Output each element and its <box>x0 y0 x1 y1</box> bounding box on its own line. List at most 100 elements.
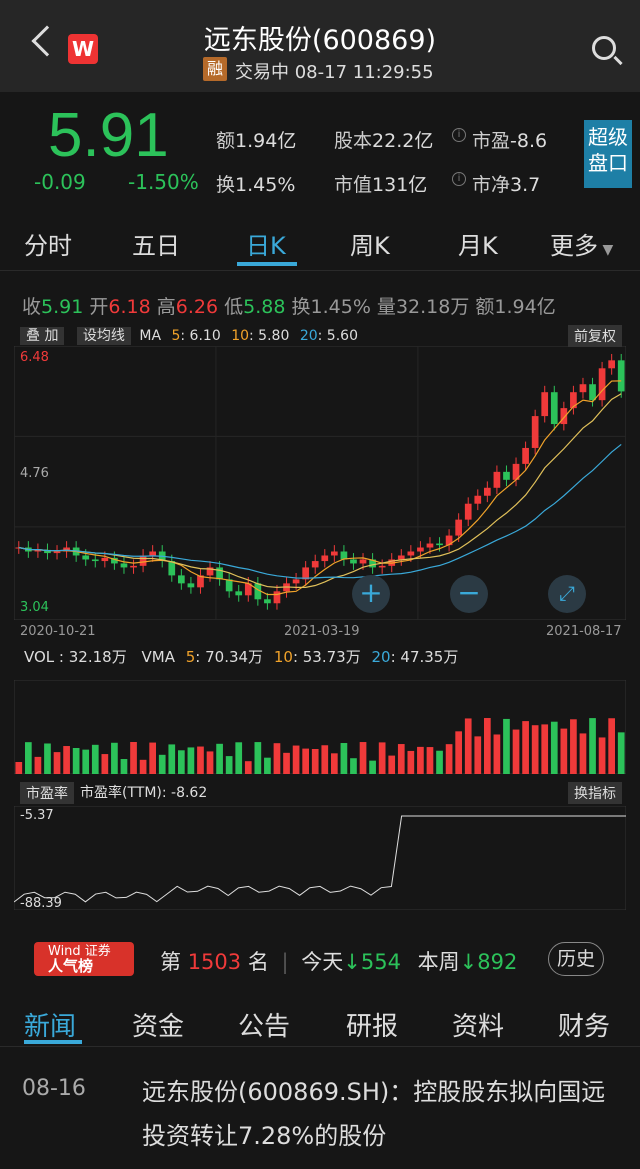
volume-bar <box>455 731 463 774</box>
candle-body <box>177 575 185 584</box>
tab-announcement[interactable]: 公告 <box>238 1006 290 1043</box>
search-icon[interactable] <box>592 36 616 60</box>
candle-body <box>139 555 147 566</box>
margin-badge: 融 <box>203 57 227 81</box>
tab-news[interactable]: 新闻 <box>24 1006 76 1043</box>
amount-stat: 额1.94亿 <box>216 130 297 152</box>
info-icon[interactable]: i <box>452 172 466 186</box>
volume-bar <box>101 754 109 774</box>
pb-stat: 市净3.7 <box>472 174 541 196</box>
fullscreen-icon[interactable]: ⤢ <box>548 575 586 613</box>
candle-body <box>187 583 195 588</box>
volume-bar <box>474 736 482 774</box>
volume-bar <box>589 718 596 774</box>
pe-line <box>14 815 626 903</box>
volume-bar <box>608 718 616 774</box>
candle-body <box>378 565 386 568</box>
volume-bar <box>570 719 577 774</box>
tab-research[interactable]: 研报 <box>346 1006 398 1043</box>
info-icon[interactable]: i <box>452 128 466 142</box>
zoom-in-icon[interactable]: + <box>352 575 390 613</box>
candlestick-chart[interactable] <box>14 346 626 620</box>
switch-indicator-button[interactable]: 换指标 <box>568 782 622 804</box>
volume-bar <box>550 721 558 774</box>
volume-bar <box>350 758 357 774</box>
candle-body <box>321 555 329 562</box>
volume-bar <box>378 742 386 774</box>
tab-capital[interactable]: 资金 <box>132 1006 184 1043</box>
pe-bottom: -88.39 <box>20 896 62 911</box>
volume-bar <box>464 718 472 774</box>
popularity-badge[interactable]: Wind 证券 人气榜 <box>34 942 134 976</box>
history-button[interactable]: 历史 <box>548 942 604 976</box>
tab-intraday[interactable]: 分时 <box>24 226 72 261</box>
candle-body <box>608 360 616 369</box>
volume-bar <box>560 728 568 774</box>
price-change-pct: -1.50% <box>128 170 199 194</box>
volume-bar <box>417 746 424 774</box>
volume-bar <box>426 747 434 774</box>
volume-bar <box>91 744 99 774</box>
volume-bar <box>235 742 243 774</box>
indicator-button[interactable]: 市盈率 <box>20 782 74 804</box>
volume-bar <box>541 724 549 774</box>
volume-bar <box>15 762 23 774</box>
volume-bar <box>158 754 166 774</box>
volume-bar <box>120 759 128 774</box>
tab-monthly-k[interactable]: 月K <box>458 226 498 261</box>
candle-body <box>426 543 434 548</box>
zoom-out-icon[interactable]: − <box>450 575 488 613</box>
ma-settings-button[interactable]: 设均线 <box>76 327 131 345</box>
super-orderbook-button[interactable]: 超级盘口 <box>584 120 632 188</box>
candle-body <box>273 591 281 604</box>
candle-body <box>579 384 587 393</box>
volume-bar <box>149 742 157 774</box>
candle-body <box>82 555 90 560</box>
candle-body <box>493 471 501 488</box>
volume-chart[interactable] <box>14 680 626 774</box>
volume-bar <box>617 732 625 774</box>
tab-more[interactable]: 更多 ▼ <box>550 226 613 261</box>
tab-weekly-k[interactable]: 周K <box>350 226 390 261</box>
volume-bar <box>34 756 42 774</box>
trading-status: 交易中 08-17 11:29:55 <box>235 62 434 83</box>
candle-body <box>560 408 568 425</box>
candle-body <box>617 360 625 392</box>
volume-bar <box>53 752 61 774</box>
volume-bar <box>111 742 118 774</box>
candle-body <box>264 599 271 604</box>
candle-body <box>359 559 367 564</box>
candle-body <box>417 547 424 552</box>
volume-bar <box>264 757 271 774</box>
candle-body <box>522 447 529 464</box>
volume-bar <box>283 752 290 774</box>
y-tick-high: 6.48 <box>20 350 49 365</box>
volume-bar <box>206 751 214 774</box>
volume-bar <box>531 725 539 774</box>
x-tick-end: 2021-08-17 <box>546 624 622 639</box>
mktcap-stat: 市值131亿 <box>334 174 428 196</box>
pe-chart[interactable] <box>14 806 626 910</box>
volume-bar <box>311 749 319 774</box>
chart-frame <box>14 806 626 910</box>
volume-bar <box>503 718 510 774</box>
dropdown-triangle-icon: ▼ <box>598 242 614 258</box>
volume-bar <box>512 729 520 774</box>
candle-body <box>503 471 510 480</box>
y-tick-mid: 4.76 <box>20 466 49 481</box>
page-title: 远东股份(600869) <box>203 25 437 56</box>
tab-daily-k[interactable]: 日K <box>246 226 286 261</box>
candle-body <box>407 551 415 556</box>
volume-bar <box>397 744 405 774</box>
tab-5day[interactable]: 五日 <box>132 226 180 261</box>
volume-bar <box>225 756 233 774</box>
overlay-button[interactable]: 叠 加 <box>20 327 65 345</box>
volume-bar <box>340 743 348 774</box>
volume-bar <box>187 747 195 774</box>
tab-profile[interactable]: 资料 <box>452 1006 504 1043</box>
tab-finance[interactable]: 财务 <box>558 1006 610 1043</box>
adjustment-button[interactable]: 前复权 <box>568 325 622 347</box>
volume-bar <box>244 761 252 774</box>
candle-body <box>235 591 243 596</box>
news-headline[interactable]: 远东股份(600869.SH)：控股股东拟向国远投资转让7.28%的股份 <box>142 1070 626 1158</box>
